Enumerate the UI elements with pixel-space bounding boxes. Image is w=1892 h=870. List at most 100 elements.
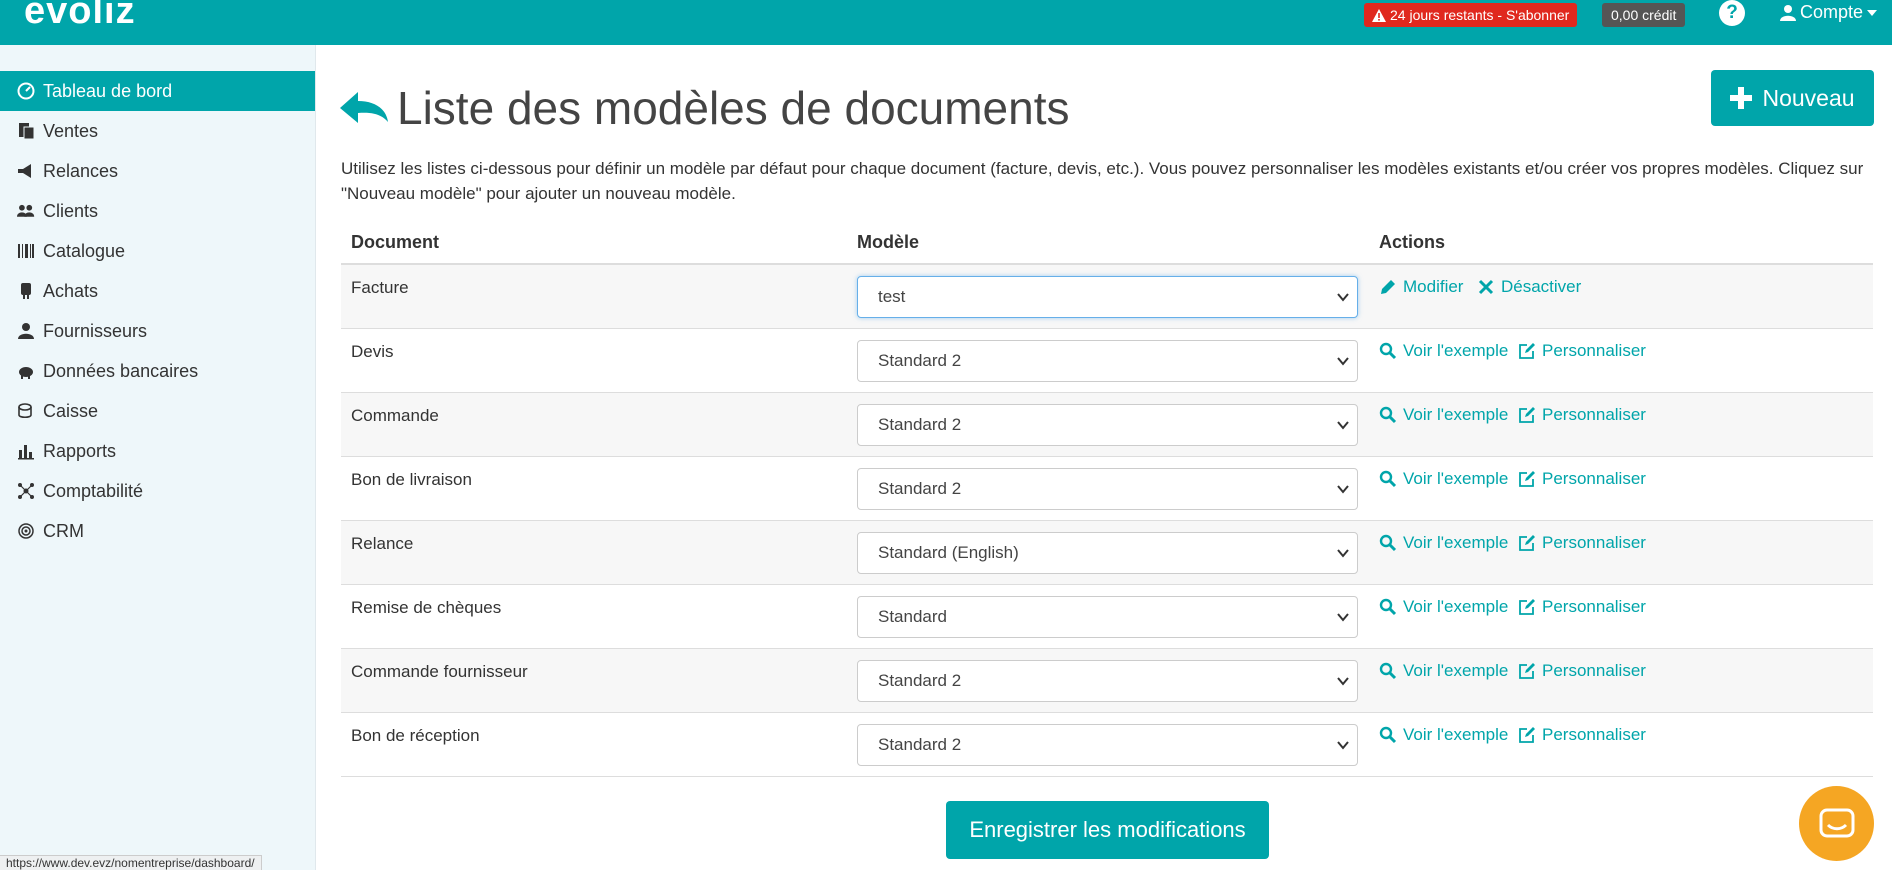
- model-select-value: Standard: [878, 607, 947, 626]
- chevron-down-icon: [1337, 741, 1349, 750]
- table-row: Bon de livraison Standard 2 Voir l'exemp…: [341, 457, 1873, 521]
- customize-link[interactable]: Personnaliser: [1518, 533, 1646, 553]
- sidebar-item-crm[interactable]: CRM: [0, 511, 315, 551]
- model-select[interactable]: Standard 2: [857, 404, 1358, 446]
- sidebar-item-label: Achats: [43, 280, 99, 301]
- sales-icon: [17, 122, 43, 140]
- sidebar-item-relances[interactable]: Relances: [0, 151, 315, 191]
- help-icon[interactable]: ?: [1719, 0, 1745, 26]
- chevron-down-icon: [1337, 357, 1349, 366]
- view-example-link[interactable]: Voir l'exemple: [1379, 405, 1508, 425]
- page-title: Liste des modèles de documents: [397, 82, 1070, 134]
- search-icon: [1379, 534, 1397, 552]
- view-example-link[interactable]: Voir l'exemple: [1379, 533, 1508, 553]
- sidebar-item-comptabilite[interactable]: Comptabilité: [0, 471, 315, 511]
- edit-icon: [1519, 663, 1535, 679]
- customize-link[interactable]: Personnaliser: [1518, 469, 1646, 489]
- sidebar-item-catalogue[interactable]: Catalogue: [0, 231, 315, 271]
- table-row: Remise de chèques Standard Voir l'exempl…: [341, 585, 1873, 649]
- action-label: Voir l'exemple: [1403, 725, 1509, 744]
- edit-icon: [1519, 599, 1535, 615]
- sidebar-item-ventes[interactable]: Ventes: [0, 111, 315, 151]
- model-select[interactable]: Standard 2: [857, 340, 1358, 382]
- deactivate-link[interactable]: Désactiver: [1477, 277, 1581, 297]
- sidebar-item-dashboard[interactable]: Tableau de bord: [0, 71, 315, 111]
- action-label: Voir l'exemple: [1403, 405, 1509, 424]
- evoliz-logo[interactable]: evoliz: [24, 0, 136, 33]
- chat-widget-button[interactable]: [1799, 786, 1874, 861]
- chevron-down-icon: [1337, 293, 1349, 302]
- model-select[interactable]: Standard 2: [857, 660, 1358, 702]
- sidebar-item-achats[interactable]: Achats: [0, 271, 315, 311]
- view-example-link[interactable]: Voir l'exemple: [1379, 341, 1508, 361]
- sidebar-item-label: Tableau de bord: [43, 80, 173, 101]
- action-label: Désactiver: [1501, 277, 1582, 296]
- edit-icon: [1519, 535, 1535, 551]
- customize-link[interactable]: Personnaliser: [1518, 597, 1646, 617]
- view-example-link[interactable]: Voir l'exemple: [1379, 725, 1508, 745]
- action-label: Voir l'exemple: [1403, 533, 1509, 552]
- action-label: Personnaliser: [1542, 533, 1646, 552]
- sidebar-item-label: Comptabilité: [43, 480, 144, 501]
- customize-link[interactable]: Personnaliser: [1518, 661, 1646, 681]
- account-menu[interactable]: Compte: [1780, 2, 1878, 23]
- sidebar: Tableau de bord Ventes Relances Clients …: [0, 45, 316, 870]
- account-label: Compte: [1800, 2, 1864, 22]
- chevron-down-icon: [1337, 613, 1349, 622]
- action-label: Voir l'exemple: [1403, 661, 1509, 680]
- model-select[interactable]: Standard 2: [857, 468, 1358, 510]
- search-icon: [1379, 342, 1397, 360]
- model-select-value: Standard 2: [878, 479, 962, 498]
- edit-icon: [1519, 343, 1535, 359]
- view-example-link[interactable]: Voir l'exemple: [1379, 469, 1508, 489]
- edit-icon: [1519, 407, 1535, 423]
- model-select[interactable]: Standard (English): [857, 532, 1358, 574]
- sidebar-item-caisse[interactable]: Caisse: [0, 391, 315, 431]
- network-icon: [17, 482, 43, 500]
- customize-link[interactable]: Personnaliser: [1518, 341, 1646, 361]
- sidebar-item-rapports[interactable]: Rapports: [0, 431, 315, 471]
- trial-subscribe-badge[interactable]: 24 jours restants - S'abonner: [1364, 3, 1578, 27]
- table-row: Facture test Modifier Désactiver: [341, 265, 1873, 329]
- user-icon: [17, 322, 43, 340]
- document-name: Commande fournisseur: [351, 662, 528, 681]
- model-select[interactable]: test: [857, 276, 1358, 318]
- action-label: Voir l'exemple: [1403, 597, 1509, 616]
- document-name: Remise de chèques: [351, 598, 502, 617]
- model-select-value: Standard 2: [878, 735, 962, 754]
- new-template-button[interactable]: Nouveau: [1711, 70, 1874, 126]
- sidebar-item-label: Ventes: [43, 120, 99, 141]
- modify-link[interactable]: Modifier: [1379, 277, 1463, 297]
- model-select-value: test: [878, 287, 906, 306]
- customize-link[interactable]: Personnaliser: [1518, 725, 1646, 745]
- coins-icon: [17, 402, 43, 420]
- chevron-down-icon: [1337, 485, 1349, 494]
- model-select[interactable]: Standard 2: [857, 724, 1358, 766]
- document-name: Facture: [351, 278, 409, 297]
- search-icon: [1379, 598, 1397, 616]
- sidebar-item-label: Clients: [43, 200, 99, 221]
- model-select[interactable]: Standard: [857, 596, 1358, 638]
- intro-text: Utilisez les listes ci-dessous pour défi…: [341, 159, 1864, 203]
- view-example-link[interactable]: Voir l'exemple: [1379, 661, 1508, 681]
- customize-link[interactable]: Personnaliser: [1518, 405, 1646, 425]
- sidebar-item-clients[interactable]: Clients: [0, 191, 315, 231]
- chevron-down-icon: [1337, 549, 1349, 558]
- document-name: Devis: [351, 342, 394, 361]
- user-icon: [1780, 5, 1796, 21]
- action-label: Personnaliser: [1542, 661, 1646, 680]
- back-arrow-icon[interactable]: [338, 88, 390, 128]
- purchase-icon: [17, 282, 43, 300]
- bar-chart-icon: [17, 442, 43, 460]
- save-changes-button[interactable]: Enregistrer les modifications: [946, 801, 1269, 859]
- sidebar-item-label: Fournisseurs: [43, 320, 148, 341]
- credit-badge[interactable]: 0,00 crédit: [1602, 3, 1686, 27]
- view-example-link[interactable]: Voir l'exemple: [1379, 597, 1508, 617]
- action-label: Personnaliser: [1542, 725, 1646, 744]
- sidebar-item-label: Rapports: [43, 440, 117, 461]
- target-icon: [17, 522, 43, 540]
- column-header-modele: Modèle: [857, 232, 920, 252]
- sidebar-item-fournisseurs[interactable]: Fournisseurs: [0, 311, 315, 351]
- caret-down-icon: [1867, 9, 1878, 16]
- sidebar-item-donnees-bancaires[interactable]: Données bancaires: [0, 351, 315, 391]
